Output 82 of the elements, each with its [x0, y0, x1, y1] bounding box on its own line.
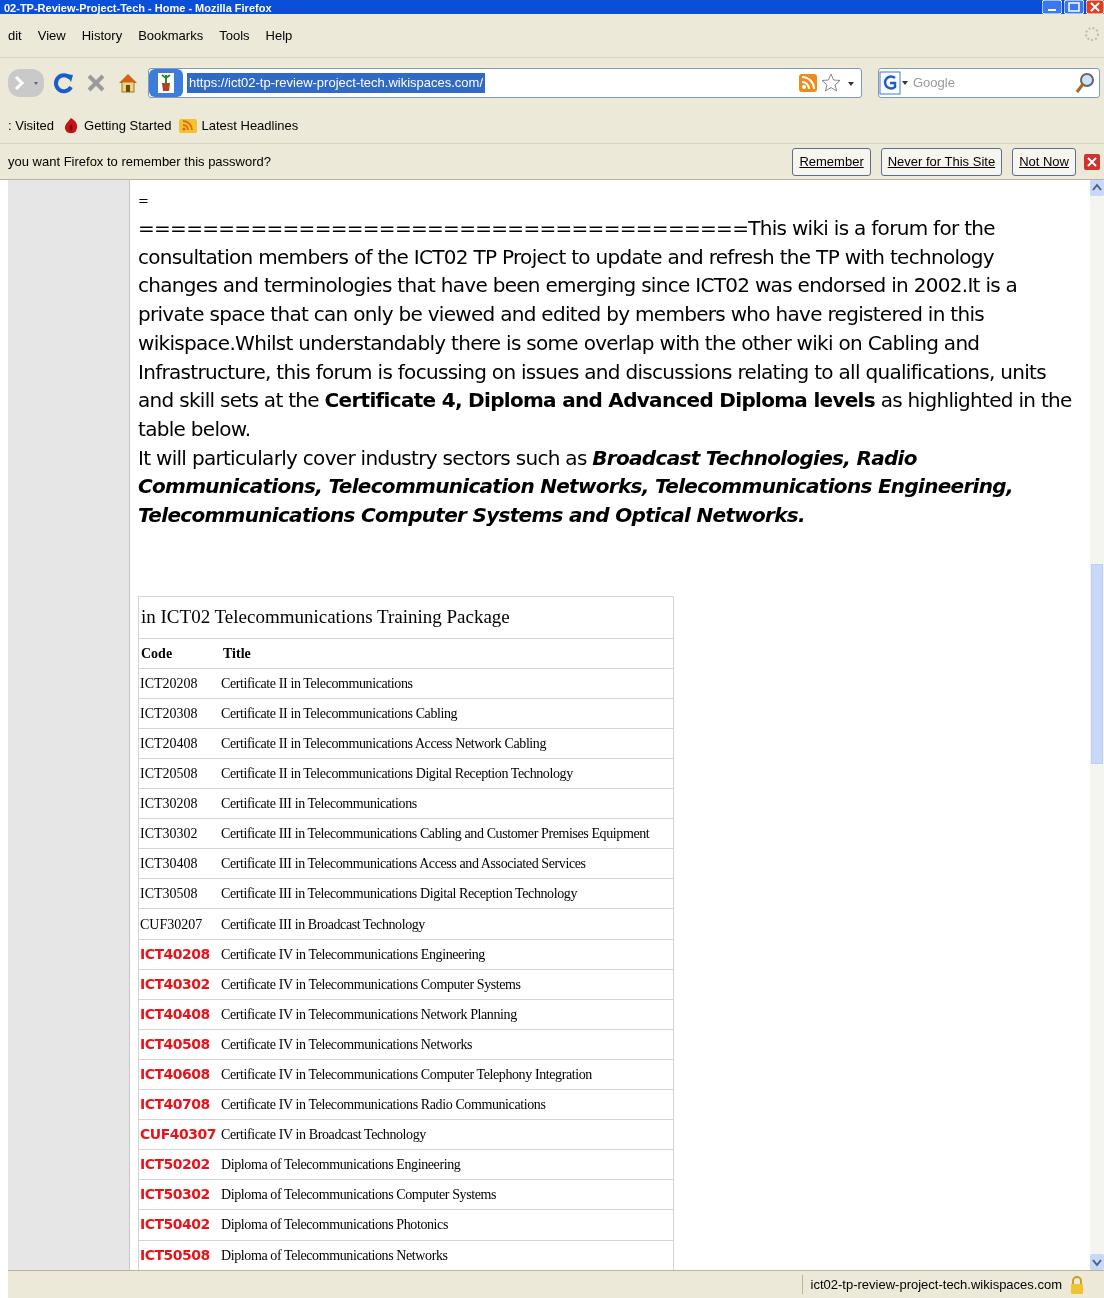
table-cell-text: ICT50508	[139, 1245, 211, 1265]
column-header: Title	[222, 644, 252, 663]
menu-item[interactable]: Bookmarks	[138, 25, 204, 46]
table-cell-text: ICT40708	[139, 1095, 211, 1115]
table-cell-text: Certificate II in Telecommunications Cabling	[221, 704, 459, 723]
table-cell-text: ICT40508	[139, 1034, 211, 1054]
bookmark-link[interactable]: : Visited	[8, 115, 54, 136]
star-icon[interactable]	[821, 73, 841, 93]
window-title: 02-TP-Review-Project-Tech - Home - Mozilla Firefox	[3, 3, 272, 14]
table-cell-text: CUF40307	[139, 1125, 217, 1145]
table-cell-text: Diploma of Telecommunications Networks	[221, 1246, 449, 1265]
search-engine-icon[interactable]	[879, 71, 909, 95]
table-cell-text: Certificate II in Telecommunications	[221, 674, 414, 693]
table-cell-text: Certificate IV in Telecommunications Computer Telephony Integration	[221, 1066, 593, 1084]
close-icon[interactable]	[1086, 0, 1104, 14]
reload-icon[interactable]	[52, 71, 76, 95]
table-cell-text: ICT50202	[139, 1155, 211, 1175]
table-cell-text: Certificate II in Telecommunications Digital Reception Technology	[221, 765, 574, 784]
table-cell-text: Certificate III in Broadcast Technology	[221, 915, 426, 934]
menu-item[interactable]: dit	[8, 25, 22, 46]
column-header: Code	[140, 644, 174, 663]
bookmark-link[interactable]: Getting Started	[84, 115, 172, 136]
notification-text: you want Firefox to remember this password?	[8, 152, 272, 171]
search-icon[interactable]	[1075, 72, 1095, 94]
table-cell-text: Certificate IV in Telecommunications Networks	[221, 1035, 474, 1054]
minimize-icon[interactable]	[1042, 0, 1062, 14]
paragraph: =	[138, 192, 150, 210]
table-cell-text: Diploma of Telecommunications Engineering	[221, 1156, 462, 1175]
table-cell-text: ICT20508	[139, 765, 199, 784]
notification-button[interactable]: Remember	[792, 147, 871, 176]
menu-item[interactable]: Help	[265, 25, 293, 46]
table-cell-text: ICT30208	[139, 795, 199, 814]
table-caption: in ICT02 Telecommunications Training Package	[139, 596, 673, 639]
site-identity-icon[interactable]	[149, 69, 183, 97]
table-cell-text: Certificate IV in Telecommunications Computer Systems	[221, 975, 522, 994]
padlock-icon	[1070, 1275, 1084, 1294]
menu-item[interactable]: View	[37, 25, 66, 46]
menu-item[interactable]: Tools	[219, 25, 250, 46]
table-cell-text: ICT50402	[139, 1215, 211, 1235]
rss-feed-icon[interactable]	[799, 74, 817, 92]
notification-button[interactable]: Never for This Site	[880, 147, 1003, 176]
bookmark-link[interactable]: Latest Headlines	[201, 115, 299, 136]
rss-folder-icon	[179, 116, 198, 135]
table-cell-text: Certificate III in Telecommunications Cabling and Customer Premises Equipment	[221, 825, 651, 844]
url-text: https://ict02-tp-review-project-tech.wikispaces.com/	[187, 73, 486, 93]
close-icon[interactable]	[1084, 153, 1100, 170]
scrollbar[interactable]	[1090, 180, 1104, 1270]
paragraph: ======================================This wiki is a forum for the consultation members of the ICT02 TP Project to update and refresh the TP with technology changes and terminologies that have been emerging since ICT02 was endorsed in 2002.It is a private space that can only be viewed and edited by members who have registered in this wikispace.Whilst understandably there is some overlap with the other wiki on Cabling and Infrastructure, this forum is focussing on issues and discussions relating to all qualifications, units and skill sets at the Certificate 4, Diploma and Advanced Diploma levels as highlighted in the table below.	[138, 215, 1073, 443]
paragraph: It will particularly cover industry sectors such as Broadcast Technologies, Radio Communications, Telecommunication Networks, Telecommunications Engineering, Telecommunications Computer Systems and Optical Networks.	[138, 444, 1014, 530]
address-field[interactable]: https://ict02-tp-review-project-tech.wikispaces.com/	[148, 68, 862, 98]
table-cell-text: Diploma of Telecommunications Computer Systems	[221, 1186, 498, 1205]
table-cell-text: Certificate III in Telecommunications Digital Reception Technology	[221, 885, 578, 904]
table-cell-text: ICT30302	[139, 825, 199, 844]
table-cell-text: Certificate III in Telecommunications Access and Associated Services	[221, 855, 587, 874]
table-cell-text: ICT20308	[139, 704, 199, 723]
table-cell-text: Certificate II in Telecommunications Access Network Cabling	[221, 734, 548, 753]
status-text: ict02-tp-review-project-tech.wikispaces.com	[801, 1274, 1062, 1295]
table-cell-text: ICT50302	[139, 1185, 211, 1205]
table-cell-text: Certificate IV in Broadcast Technology	[221, 1126, 427, 1145]
table-cell-text: ICT20408	[139, 734, 199, 753]
notification-button[interactable]: Not Now	[1012, 147, 1076, 176]
scroll-up-icon[interactable]	[1090, 180, 1104, 196]
scroll-down-icon[interactable]	[1090, 1254, 1104, 1270]
table-cell-text: Diploma of Telecommunications Photonics	[221, 1216, 449, 1235]
maximize-icon[interactable]	[1064, 0, 1084, 14]
table-cell-text: Certificate IV in Telecommunications Engineering	[221, 945, 486, 964]
table-cell-text: ICT40302	[139, 974, 211, 994]
menu-item[interactable]: History	[81, 25, 123, 46]
search-field[interactable]: Google	[913, 73, 1071, 93]
table-cell-text: Certificate IV in Telecommunications Radio Communications	[221, 1096, 547, 1115]
table-cell-text: Certificate III in Telecommunications	[221, 795, 418, 814]
table-cell-text: ICT30508	[139, 885, 199, 904]
search-box[interactable]: Google	[878, 68, 1100, 98]
table-cell-text: ICT20208	[139, 674, 199, 693]
table-cell-text: Certificate IV in Telecommunications Network Planning	[221, 1005, 518, 1024]
table-cell-text: CUF30207	[139, 915, 204, 934]
table-cell-text: ICT30408	[139, 855, 199, 874]
spinner-icon	[1084, 26, 1100, 42]
table-cell-text: ICT40608	[139, 1065, 211, 1084]
scroll-thumb-icon[interactable]	[1091, 564, 1103, 764]
table-cell-text: ICT40208	[139, 944, 211, 964]
table-cell-text: ICT40408	[139, 1004, 211, 1024]
